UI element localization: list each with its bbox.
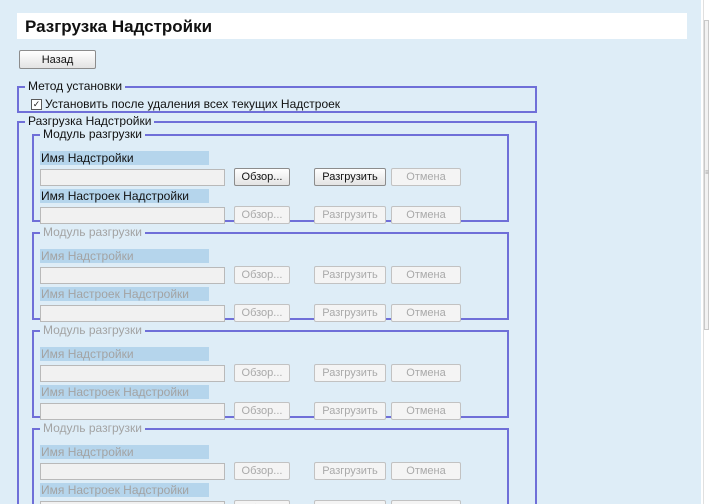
cancel-button[interactable]: Отмена (391, 364, 461, 382)
browse-button[interactable]: Обзор... (234, 500, 290, 504)
addon-name-label: Имя Надстройки (40, 249, 209, 263)
addon-settings-file-input[interactable] (40, 207, 225, 224)
remove-all-checkbox[interactable]: ✓ (31, 98, 42, 110)
cancel-button[interactable]: Отмена (391, 402, 461, 420)
upload-button[interactable]: Разгрузить (314, 304, 386, 322)
cancel-button[interactable]: Отмена (391, 266, 461, 284)
upload-button[interactable]: Разгрузить (314, 500, 386, 504)
addon-file-input[interactable] (40, 169, 225, 186)
upload-group-legend: Разгрузка Надстройки (25, 114, 155, 128)
page-title: Разгрузка Надстройки (25, 17, 213, 36)
addon-file-input[interactable] (40, 267, 225, 284)
upload-module-legend: Модуль разгрузки (40, 225, 145, 239)
cancel-button[interactable]: Отмена (391, 304, 461, 322)
cancel-button[interactable]: Отмена (391, 462, 461, 480)
addon-settings-name-label: Имя Настроек Надстройки (40, 287, 209, 301)
cancel-button[interactable]: Отмена (391, 500, 461, 504)
addon-name-label: Имя Надстройки (40, 347, 209, 361)
browse-button[interactable]: Обзор... (234, 364, 290, 382)
title-bar: Разгрузка Надстройки (17, 13, 687, 39)
upload-button[interactable]: Разгрузить (314, 168, 386, 186)
upload-module-3: Модуль разгрузки Имя Надстройки Обзор... Ра… (32, 323, 509, 420)
back-button[interactable]: Назад (19, 50, 96, 69)
addon-settings-name-label: Имя Настроек Надстройки (40, 189, 209, 203)
addon-settings-file-input[interactable] (40, 305, 225, 322)
upload-module-2: Модуль разгрузки Имя Надстройки Обзор... Ра… (32, 225, 509, 322)
addon-file-input[interactable] (40, 463, 225, 480)
browse-button[interactable]: Обзор... (234, 168, 290, 186)
install-method-legend: Метод установки (25, 79, 126, 93)
addon-name-label: Имя Надстройки (40, 445, 209, 459)
upload-button[interactable]: Разгрузить (314, 206, 386, 224)
upload-module-legend: Модуль разгрузки (40, 323, 145, 337)
scrollbar-grip-icon: ≡ (705, 170, 709, 176)
upload-button[interactable]: Разгрузить (314, 462, 386, 480)
upload-button[interactable]: Разгрузить (314, 266, 386, 284)
upload-module-legend: Модуль разгрузки (40, 421, 145, 435)
upload-group: Разгрузка Надстройки Модуль разгрузки Имя… (17, 114, 537, 504)
addon-name-label: Имя Надстройки (40, 151, 209, 165)
install-method-option[interactable]: ✓ Установить после удаления всех текущих… (31, 97, 340, 111)
browse-button[interactable]: Обзор... (234, 206, 290, 224)
upload-module-4: Модуль разгрузки Имя Надстройки Обзор... Ра… (32, 421, 509, 504)
addon-file-input[interactable] (40, 365, 225, 382)
remove-all-label: Установить после удаления всех текущих Н… (45, 97, 341, 111)
install-method-group: Метод установки ✓ Установить после удале… (17, 79, 537, 113)
upload-module-legend: Модуль разгрузки (40, 127, 145, 141)
content-pane: Разгрузка Надстройки Назад Метод установ… (0, 0, 701, 504)
browse-button[interactable]: Обзор... (234, 266, 290, 284)
upload-button[interactable]: Разгрузить (314, 364, 386, 382)
cancel-button[interactable]: Отмена (391, 168, 461, 186)
browse-button[interactable]: Обзор... (234, 304, 290, 322)
cancel-button[interactable]: Отмена (391, 206, 461, 224)
addon-settings-file-input[interactable] (40, 403, 225, 420)
upload-module-1: Модуль разгрузки Имя Надстройки Обзор... Ра… (32, 127, 509, 224)
browse-button[interactable]: Обзор... (234, 462, 290, 480)
browse-button[interactable]: Обзор... (234, 402, 290, 420)
upload-button[interactable]: Разгрузить (314, 402, 386, 420)
addon-settings-name-label: Имя Настроек Надстройки (40, 483, 209, 497)
addon-settings-name-label: Имя Настроек Надстройки (40, 385, 209, 399)
